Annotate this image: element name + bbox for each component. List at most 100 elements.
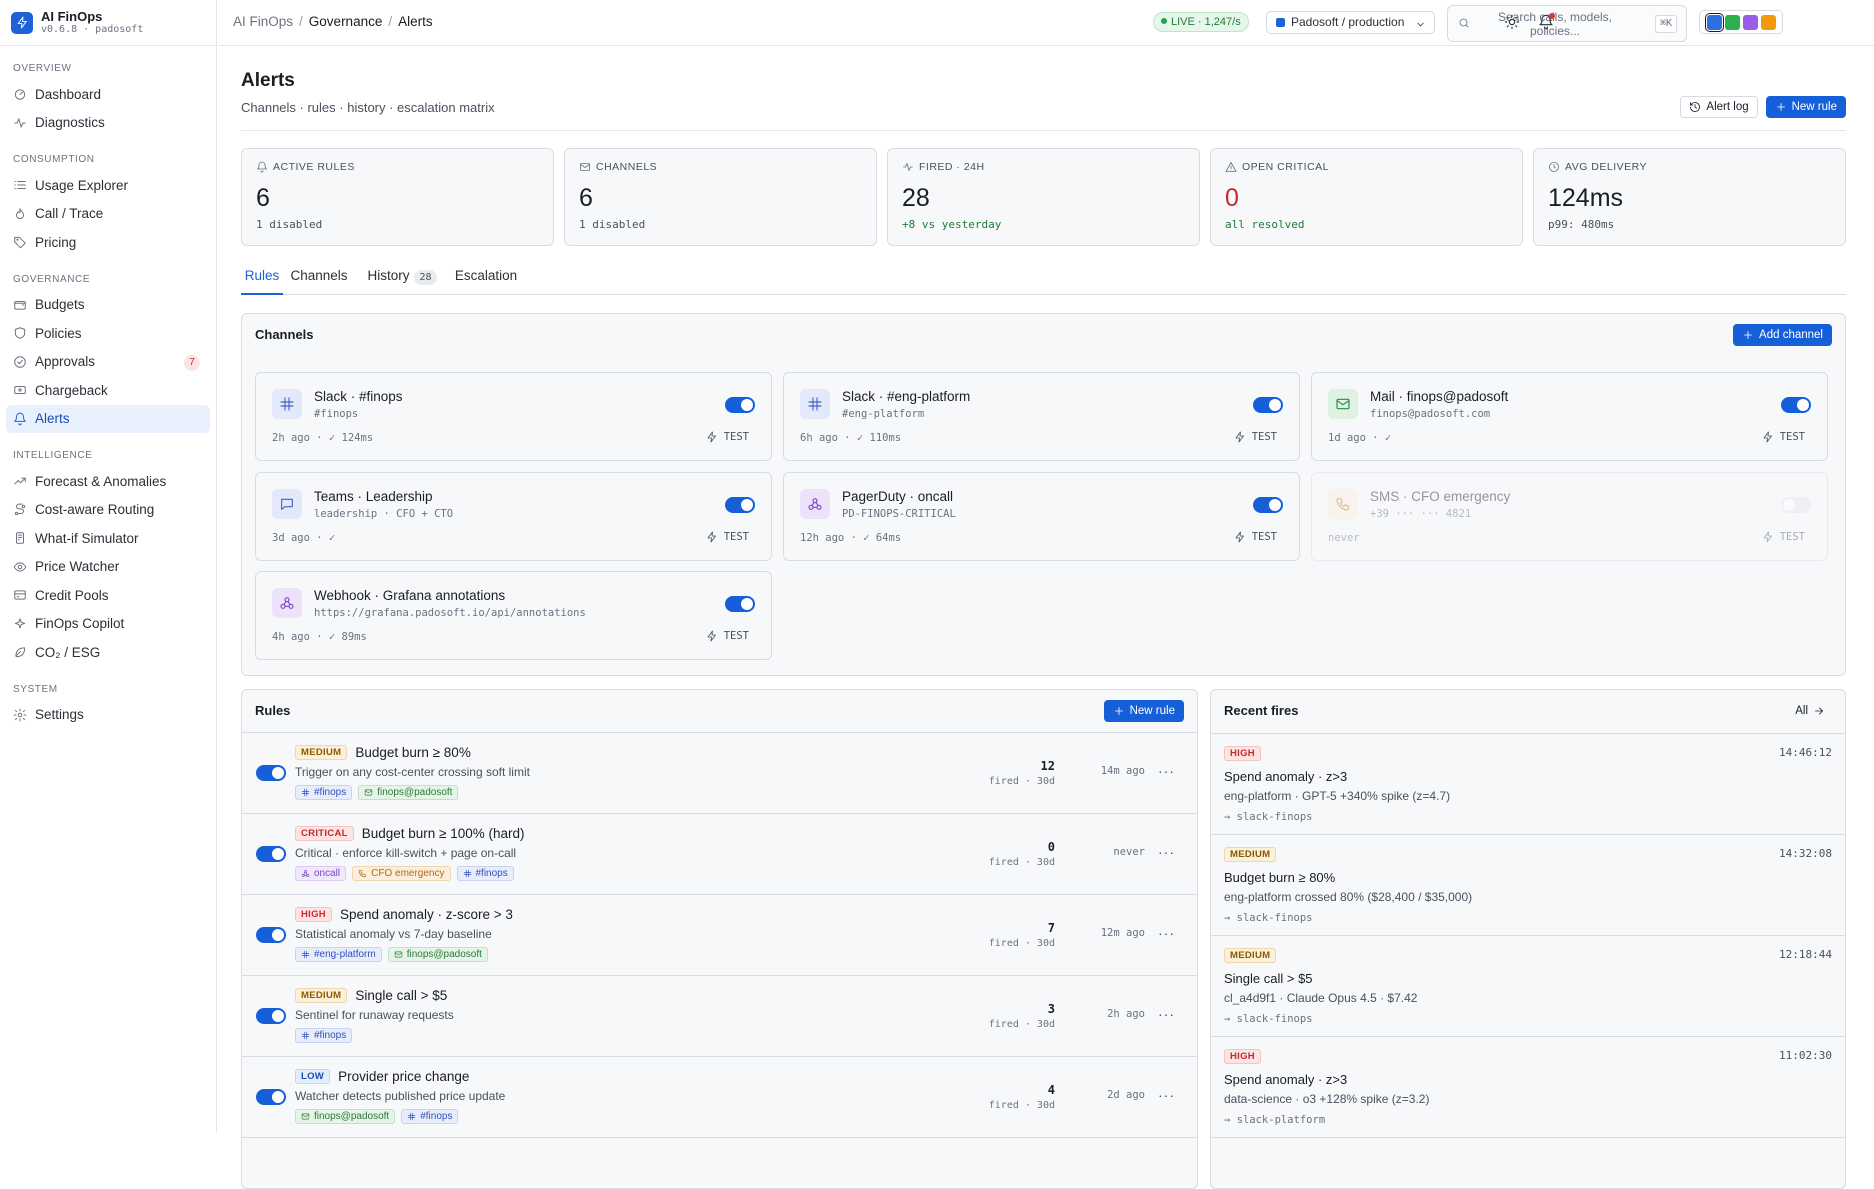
sidebar-item-what-if-simulator[interactable]: What-if Simulator — [6, 524, 210, 553]
rule-row[interactable]: HIGH Spend anomaly · z-score > 3 Statist… — [242, 895, 1197, 976]
color-swatch[interactable] — [1760, 14, 1776, 30]
sidebar-item-co-esg[interactable]: CO₂ / ESG — [6, 638, 210, 667]
sidebar-item-call-trace[interactable]: Call / Trace — [6, 200, 210, 229]
rule-row[interactable]: CRITICAL Budget burn ≥ 100% (hard) Criti… — [242, 814, 1197, 895]
channel-enabled-toggle[interactable] — [1253, 397, 1283, 413]
sidebar-item-diagnostics[interactable]: Diagnostics — [6, 109, 210, 138]
brand[interactable]: AI FinOps v0.6.8 · padosoft — [0, 0, 216, 46]
breadcrumb-section[interactable]: Governance — [309, 14, 383, 29]
tab-channels[interactable]: Channels — [287, 268, 351, 295]
channel-card-email[interactable]: Mail · finops@padosoft finops@padosoft.c… — [1311, 372, 1828, 461]
tab-rules[interactable]: Rules — [241, 268, 283, 295]
channel-enabled-toggle[interactable] — [1781, 397, 1811, 413]
theme-color-picker[interactable] — [1699, 10, 1783, 34]
sparkle-icon — [13, 617, 27, 631]
more-options-icon[interactable]: ··· — [1158, 844, 1175, 860]
add-channel-button[interactable]: Add channel — [1733, 324, 1832, 346]
notification-bell-icon[interactable] — [1538, 13, 1555, 33]
test-channel-button[interactable]: TEST — [1762, 531, 1805, 543]
channel-enabled-toggle[interactable] — [725, 397, 755, 413]
rule-enabled-toggle[interactable] — [256, 1008, 286, 1024]
search-input[interactable]: Search calls, models, policies... ⌘K — [1447, 5, 1687, 42]
channel-enabled-toggle[interactable] — [725, 497, 755, 513]
channel-enabled-toggle[interactable] — [725, 596, 755, 612]
channel-enabled-toggle[interactable] — [1253, 497, 1283, 513]
new-rule-button[interactable]: New rule — [1765, 96, 1846, 118]
test-label: TEST — [723, 630, 749, 642]
rule-row[interactable]: MEDIUM Single call > $5 Sentinel for run… — [242, 976, 1197, 1057]
slack-icon — [301, 788, 310, 797]
color-swatch[interactable] — [1706, 14, 1722, 30]
sidebar-item-approvals[interactable]: Approvals 7 — [6, 348, 210, 377]
tab-escalation[interactable]: Escalation — [452, 268, 520, 295]
rule-enabled-toggle[interactable] — [256, 927, 286, 943]
sidebar-item-credit-pools[interactable]: Credit Pools — [6, 581, 210, 610]
rule-row[interactable]: MEDIUM Budget burn ≥ 80% Trigger on any … — [242, 733, 1197, 814]
channel-name: Slack · #eng-platform — [842, 389, 971, 404]
sidebar-item-label: CO₂ / ESG — [35, 644, 101, 660]
tenant-selector[interactable]: Padosoft / production — [1266, 11, 1435, 34]
sidebar-item-label: What-if Simulator — [35, 530, 139, 546]
sidebar-item-policies[interactable]: Policies — [6, 319, 210, 348]
channel-enabled-toggle[interactable] — [1781, 497, 1811, 513]
fire-item[interactable]: HIGH 11:02:30 Spend anomaly · z>3 data-s… — [1211, 1037, 1845, 1138]
tab-history[interactable]: History 28 — [363, 268, 441, 295]
fire-title: Spend anomaly · z>3 — [1224, 769, 1348, 784]
test-channel-button[interactable]: TEST — [706, 431, 749, 443]
test-channel-button[interactable]: TEST — [706, 531, 749, 543]
more-options-icon[interactable]: ··· — [1158, 925, 1175, 941]
channel-card-webhook[interactable]: Webhook · Grafana annotations https://gr… — [255, 571, 772, 660]
test-channel-button[interactable]: TEST — [1762, 431, 1805, 443]
channel-target: leadership · CFO + CTO — [314, 508, 454, 520]
channel-card-sms[interactable]: SMS · CFO emergency +39 ··· ··· 4821 nev… — [1311, 472, 1828, 561]
test-channel-button[interactable]: TEST — [706, 630, 749, 642]
more-options-icon[interactable]: ··· — [1158, 1087, 1175, 1103]
more-options-icon[interactable]: ··· — [1158, 1006, 1175, 1022]
sidebar-item-chargeback[interactable]: Chargeback — [6, 376, 210, 405]
sidebar-item-finops-copilot[interactable]: FinOps Copilot — [6, 610, 210, 639]
clock-icon — [1548, 161, 1560, 173]
alert-log-button[interactable]: Alert log — [1680, 96, 1758, 118]
arrow-right-icon — [1813, 705, 1825, 717]
channel-card-teams[interactable]: Teams · Leadership leadership · CFO + CT… — [255, 472, 772, 561]
sidebar-item-dashboard[interactable]: Dashboard — [6, 80, 210, 109]
channel-card-slack[interactable]: Slack · #finops #finops 2h ago · ✓ 124ms… — [255, 372, 772, 461]
slack-icon — [301, 1031, 310, 1040]
sidebar-item-price-watcher[interactable]: Price Watcher — [6, 553, 210, 582]
color-swatch[interactable] — [1742, 14, 1758, 30]
test-channel-button[interactable]: TEST — [1234, 431, 1277, 443]
sidebar-item-budgets[interactable]: Budgets — [6, 291, 210, 320]
sidebar-item-label: Alerts — [35, 411, 70, 427]
color-swatch[interactable] — [1724, 14, 1740, 30]
sun-icon[interactable] — [1504, 14, 1520, 33]
test-channel-button[interactable]: TEST — [1234, 531, 1277, 543]
sidebar-item-pricing[interactable]: Pricing — [6, 228, 210, 257]
fire-item[interactable]: MEDIUM 12:18:44 Single call > $5 cl_a4d9… — [1211, 936, 1845, 1037]
channel-card-slack[interactable]: Slack · #eng-platform #eng-platform 6h a… — [783, 372, 1300, 461]
channel-card-pager[interactable]: PagerDuty · oncall PD-FINOPS-CRITICAL 12… — [783, 472, 1300, 561]
breadcrumb-root[interactable]: AI FinOps — [233, 14, 293, 29]
mail-icon — [1328, 389, 1358, 419]
brand-version: v0.6.8 · padosoft — [41, 24, 144, 35]
rule-enabled-toggle[interactable] — [256, 765, 286, 781]
sidebar-item-alerts[interactable]: Alerts — [6, 404, 210, 433]
more-options-icon[interactable]: ··· — [1158, 763, 1175, 779]
sidebar-item-cost-aware-routing[interactable]: Cost-aware Routing — [6, 496, 210, 525]
fire-item[interactable]: HIGH 14:46:12 Spend anomaly · z>3 eng-pl… — [1211, 734, 1845, 835]
view-all-fires-link[interactable]: All — [1795, 705, 1825, 717]
fire-item[interactable]: MEDIUM 14:32:08 Budget burn ≥ 80% eng-pl… — [1211, 835, 1845, 936]
rule-enabled-toggle[interactable] — [256, 1089, 286, 1105]
sidebar-item-settings[interactable]: Settings — [6, 701, 210, 730]
severity-badge: MEDIUM — [295, 988, 348, 1003]
sidebar-item-forecast-anomalies[interactable]: Forecast & Anomalies — [6, 467, 210, 496]
slack-icon — [272, 389, 302, 419]
rule-enabled-toggle[interactable] — [256, 846, 286, 862]
sidebar-item-label: Call / Trace — [35, 206, 104, 222]
plus-icon — [1742, 329, 1754, 341]
rule-fire-count: 3 fired · 30d — [988, 1002, 1055, 1030]
rules-new-rule-button[interactable]: New rule — [1103, 700, 1184, 722]
channel-name: SMS · CFO emergency — [1370, 489, 1511, 504]
channel-last-delivery: 2h ago · ✓ 124ms — [272, 432, 374, 444]
rule-row[interactable]: LOW Provider price change Watcher detect… — [242, 1057, 1197, 1138]
sidebar-item-usage-explorer[interactable]: Usage Explorer — [6, 171, 210, 200]
